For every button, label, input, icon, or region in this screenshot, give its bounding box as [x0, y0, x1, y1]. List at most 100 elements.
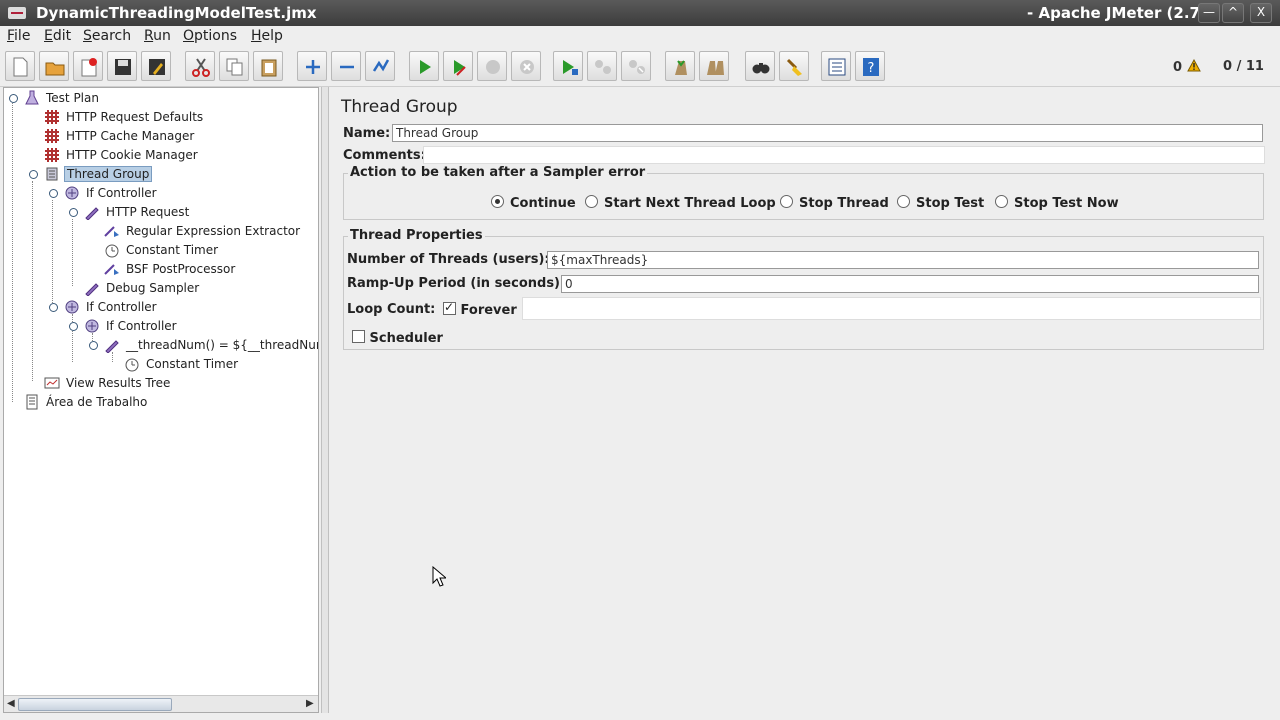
close-button[interactable] — [73, 51, 103, 81]
tree-horizontal-scrollbar[interactable]: ◀ ▶ — [4, 695, 318, 712]
menu-options[interactable]: Options — [183, 28, 237, 44]
comments-field[interactable] — [423, 146, 1265, 164]
tree-expand-knob[interactable] — [69, 208, 78, 217]
tree-item-if-controller[interactable]: If Controller — [84, 317, 179, 335]
split-pane-divider[interactable] — [321, 87, 329, 713]
expand-all-button[interactable] — [297, 51, 327, 81]
menu-run[interactable]: Run — [144, 28, 171, 44]
comments-label: Comments: — [343, 148, 426, 163]
reset-search-button[interactable] — [779, 51, 809, 81]
warning-icon — [1186, 58, 1201, 72]
loop-count-field[interactable] — [522, 297, 1261, 320]
tree-item-test-plan[interactable]: Test Plan — [24, 89, 101, 107]
radio-indicator — [897, 195, 910, 208]
scroll-left-icon[interactable]: ◀ — [7, 698, 15, 709]
help-button[interactable]: ? — [855, 51, 885, 81]
tree-item-view-results-tree[interactable]: View Results Tree — [44, 374, 172, 392]
tree-item-if-controller[interactable]: If Controller — [64, 184, 159, 202]
menu-file[interactable]: File — [7, 28, 30, 44]
clear-icon — [675, 60, 687, 75]
menu-help[interactable]: Help — [251, 28, 283, 44]
tree-item-threadnum-sampler[interactable]: __threadNum() = ${__threadNum( — [104, 336, 318, 354]
tree-item-debug-sampler[interactable]: Debug Sampler — [84, 279, 201, 297]
forever-checkbox[interactable]: Forever — [443, 300, 517, 318]
rampup-field[interactable]: 0 — [561, 275, 1259, 293]
toolbar: ? 0 0 / 11 — [0, 48, 1280, 87]
new-button[interactable] — [5, 51, 35, 81]
rampup-label: Ramp-Up Period (in seconds): — [347, 276, 566, 291]
save-icon — [115, 59, 131, 75]
close-icon — [81, 58, 97, 77]
timer-icon — [125, 358, 139, 372]
remote-stop-button[interactable] — [587, 51, 617, 81]
error-count: 0 — [1173, 58, 1201, 75]
save-button[interactable] — [107, 51, 137, 81]
tree-item-constant-timer[interactable]: Constant Timer — [124, 355, 240, 373]
function-helper-button[interactable] — [821, 51, 851, 81]
help-icon: ? — [863, 58, 879, 76]
paste-icon — [261, 59, 277, 77]
test-tree[interactable]: Test Plan HTTP Request Defaults HTTP Cac… — [3, 87, 319, 713]
open-button[interactable] — [39, 51, 69, 81]
tree-expand-knob[interactable] — [69, 322, 78, 331]
close-window-button[interactable]: X — [1250, 3, 1272, 23]
expand-icon — [306, 60, 320, 74]
sampler-error-options: Continue Start Next Thread Loop Stop Thr… — [491, 195, 1251, 211]
scroll-right-icon[interactable]: ▶ — [306, 698, 314, 709]
collapse-all-button[interactable] — [331, 51, 361, 81]
start-icon — [420, 60, 431, 74]
tree-expand-knob[interactable] — [49, 189, 58, 198]
start-button[interactable] — [409, 51, 439, 81]
save-as-button[interactable] — [141, 51, 171, 81]
search-button[interactable] — [745, 51, 775, 81]
tree-item-bsf-postprocessor[interactable]: BSF PostProcessor — [104, 260, 237, 278]
minimize-button[interactable]: — — [1198, 3, 1220, 23]
tree-item-constant-timer[interactable]: Constant Timer — [104, 241, 220, 259]
num-threads-field[interactable]: ${maxThreads} — [547, 251, 1259, 269]
tree-expand-knob[interactable] — [29, 170, 38, 179]
tree-item-workbench[interactable]: Área de Trabalho — [24, 393, 149, 411]
maximize-button[interactable]: ^ — [1222, 3, 1244, 23]
paste-button[interactable] — [253, 51, 283, 81]
stop-icon — [486, 60, 500, 74]
start-no-timers-icon — [454, 60, 466, 76]
tree-item-regex-extractor[interactable]: Regular Expression Extractor — [104, 222, 302, 240]
toggle-button[interactable] — [365, 51, 395, 81]
radio-stop-test-now[interactable]: Stop Test Now — [995, 195, 1119, 211]
remote-start-button[interactable] — [553, 51, 583, 81]
remote-shutdown-button[interactable] — [621, 51, 651, 81]
tree-expand-knob[interactable] — [49, 303, 58, 312]
copy-button[interactable] — [219, 51, 249, 81]
post-processor-icon — [104, 264, 119, 275]
name-field[interactable]: Thread Group — [392, 124, 1263, 142]
menu-search[interactable]: Search — [83, 28, 131, 44]
tree-expand-knob[interactable] — [9, 94, 18, 103]
clear-all-button[interactable] — [699, 51, 729, 81]
tree-item-http-cookie-manager[interactable]: HTTP Cookie Manager — [44, 146, 200, 164]
toggle-icon — [372, 59, 390, 72]
cut-button[interactable] — [185, 51, 215, 81]
workbench-icon — [26, 394, 38, 410]
radio-stop-test[interactable]: Stop Test — [897, 195, 984, 211]
cut-icon — [192, 58, 210, 77]
tree-line — [12, 98, 13, 402]
thread-properties-legend: Thread Properties — [348, 228, 485, 243]
controller-icon — [65, 300, 79, 314]
scrollbar-thumb[interactable] — [18, 698, 172, 711]
tree-item-if-controller[interactable]: If Controller — [64, 298, 159, 316]
tree-expand-knob[interactable] — [89, 341, 98, 350]
stop-button[interactable] — [477, 51, 507, 81]
clear-button[interactable] — [665, 51, 695, 81]
radio-start-next-thread-loop[interactable]: Start Next Thread Loop — [585, 195, 776, 211]
tree-item-http-cache-manager[interactable]: HTTP Cache Manager — [44, 127, 196, 145]
menu-edit[interactable]: Edit — [44, 28, 71, 44]
tree-item-http-request-defaults[interactable]: HTTP Request Defaults — [44, 108, 205, 126]
start-no-timers-button[interactable] — [443, 51, 473, 81]
shutdown-button[interactable] — [511, 51, 541, 81]
window-title: DynamicThreadingModelTest.jmx — [36, 4, 317, 22]
scheduler-checkbox[interactable]: Scheduler — [352, 330, 443, 346]
tree-item-http-request[interactable]: HTTP Request — [84, 203, 191, 221]
radio-stop-thread[interactable]: Stop Thread — [780, 195, 889, 211]
tree-item-thread-group[interactable]: Thread Group — [44, 165, 153, 183]
radio-continue[interactable]: Continue — [491, 195, 576, 211]
